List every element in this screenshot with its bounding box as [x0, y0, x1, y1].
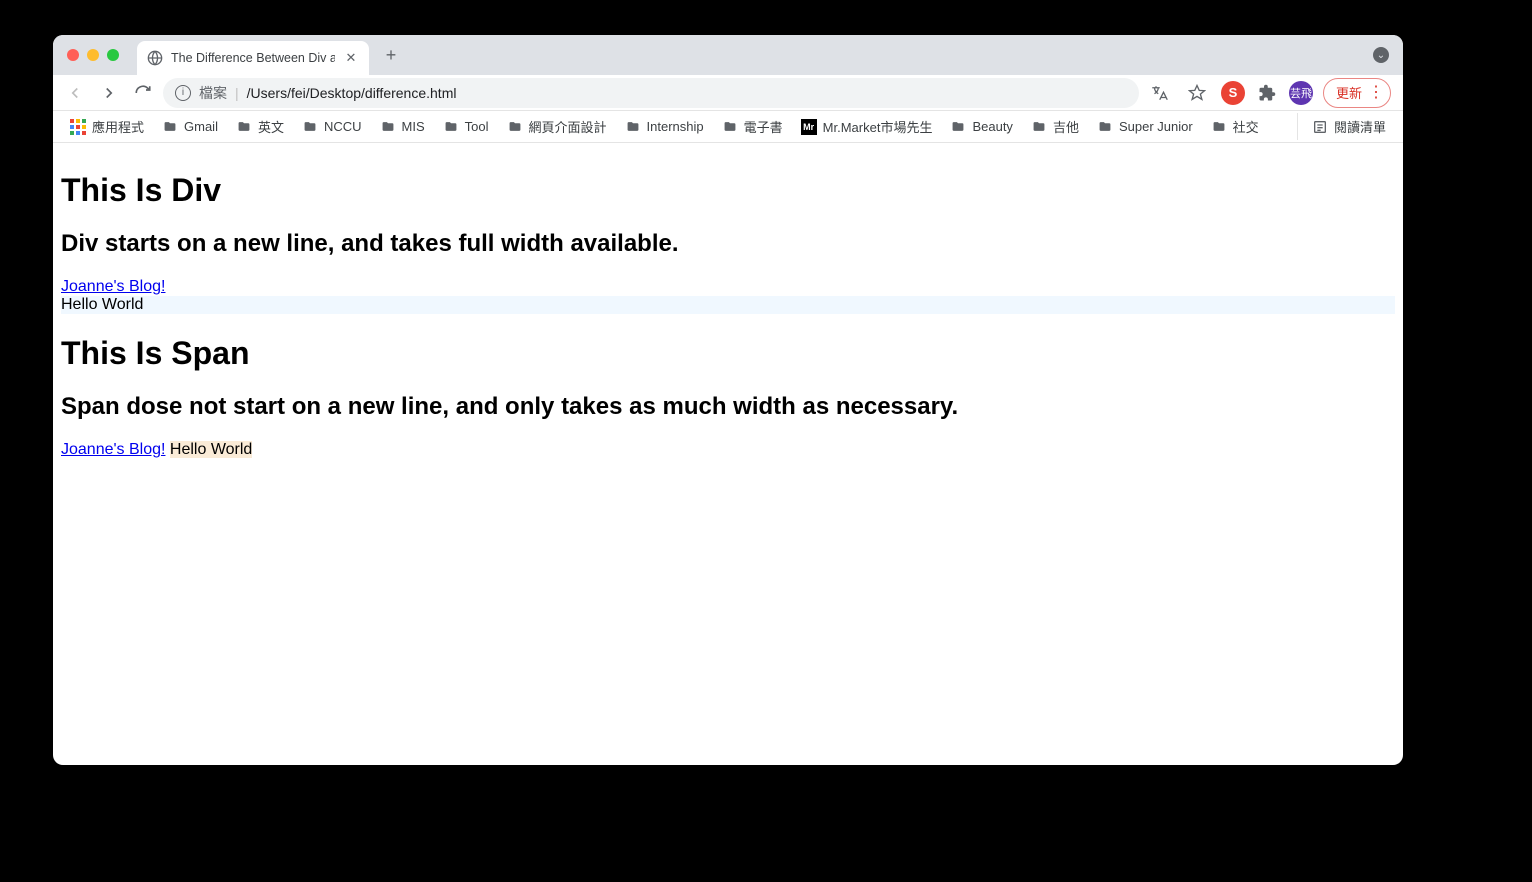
maximize-window-button[interactable]: [107, 49, 119, 61]
bookmark-label: 社交: [1233, 117, 1259, 136]
heading-div: This Is Div: [61, 172, 1395, 209]
bookmark-label: Super Junior: [1119, 119, 1193, 134]
reading-list-button[interactable]: 閱讀清單: [1297, 113, 1393, 140]
bookmark-label: Tool: [465, 119, 489, 134]
div-example: Hello World: [61, 296, 1395, 314]
link-joanne-blog-1[interactable]: Joanne's Blog!: [61, 278, 165, 295]
tab-title: The Difference Between Div an: [171, 51, 335, 65]
bookmark-folder-superjunior[interactable]: Super Junior: [1090, 115, 1200, 138]
span-example: Hello World: [170, 441, 252, 458]
bookmark-label: 電子書: [744, 117, 783, 136]
bookmark-folder-webdesign[interactable]: 網頁介面設計: [500, 113, 614, 140]
profile-avatar[interactable]: 芸飛: [1289, 81, 1313, 105]
address-separator: |: [235, 85, 239, 101]
subheading-div: Div starts on a new line, and takes full…: [61, 230, 1395, 258]
toolbar-actions: S 芸飛 更新 ⋮: [1145, 78, 1395, 108]
window-controls: [67, 49, 119, 61]
bookmark-label: MIS: [402, 119, 425, 134]
bookmark-folder-mis[interactable]: MIS: [373, 115, 432, 138]
forward-button[interactable]: [95, 79, 123, 107]
address-scheme-label: 檔案: [199, 83, 227, 103]
bookmark-folder-social[interactable]: 社交: [1204, 113, 1266, 140]
bookmark-folder-guitar[interactable]: 吉他: [1024, 113, 1086, 140]
extension-s-icon[interactable]: S: [1221, 81, 1245, 105]
bookmark-label: Internship: [647, 119, 704, 134]
translate-icon[interactable]: [1145, 79, 1173, 107]
back-button[interactable]: [61, 79, 89, 107]
bookmark-label: 應用程式: [92, 117, 144, 136]
bookmark-folder-internship[interactable]: Internship: [618, 115, 711, 138]
toolbar: i 檔案 | /Users/fei/Desktop/difference.htm…: [53, 75, 1403, 111]
reading-list-label: 閱讀清單: [1334, 117, 1386, 136]
bookmark-folder-tool[interactable]: Tool: [436, 115, 496, 138]
update-label: 更新: [1336, 83, 1362, 102]
tab-overflow-button[interactable]: ⌄: [1373, 47, 1389, 63]
page-content: This Is Div Div starts on a new line, an…: [53, 143, 1403, 467]
extensions-icon[interactable]: [1255, 81, 1279, 105]
bookmark-label: 吉他: [1053, 117, 1079, 136]
bookmark-folder-gmail[interactable]: Gmail: [155, 115, 225, 138]
minimize-window-button[interactable]: [87, 49, 99, 61]
apps-icon: [70, 119, 86, 135]
bookmark-label: 網頁介面設計: [529, 117, 607, 136]
bookmark-folder-ebook[interactable]: 電子書: [715, 113, 790, 140]
bookmark-label: 英文: [258, 117, 284, 136]
menu-icon[interactable]: ⋮: [1368, 85, 1384, 101]
bookmark-label: Gmail: [184, 119, 218, 134]
bookmark-star-icon[interactable]: [1183, 79, 1211, 107]
globe-icon: [147, 50, 163, 66]
bookmark-label: Beauty: [972, 119, 1012, 134]
bookmark-folder-nccu[interactable]: NCCU: [295, 115, 369, 138]
bookmark-label: NCCU: [324, 119, 362, 134]
browser-window: The Difference Between Div an ✕ + ⌄ i 檔案…: [53, 35, 1403, 765]
apps-bookmark[interactable]: 應用程式: [63, 113, 151, 140]
link-joanne-blog-2[interactable]: Joanne's Blog!: [61, 441, 165, 458]
mr-icon: Mr: [801, 119, 817, 135]
reload-button[interactable]: [129, 79, 157, 107]
heading-span: This Is Span: [61, 335, 1395, 372]
close-window-button[interactable]: [67, 49, 79, 61]
subheading-span: Span dose not start on a new line, and o…: [61, 393, 1395, 421]
bookmark-folder-english[interactable]: 英文: [229, 113, 291, 140]
update-button[interactable]: 更新 ⋮: [1323, 78, 1391, 108]
bookmark-folder-beauty[interactable]: Beauty: [943, 115, 1019, 138]
browser-tab[interactable]: The Difference Between Div an ✕: [137, 41, 369, 75]
bookmark-label: Mr.Market市場先生: [823, 117, 933, 136]
bookmark-mrmarket[interactable]: Mr Mr.Market市場先生: [794, 113, 940, 140]
tab-strip: The Difference Between Div an ✕ + ⌄: [53, 35, 1403, 75]
close-tab-button[interactable]: ✕: [343, 50, 359, 66]
new-tab-button[interactable]: +: [377, 41, 405, 69]
bookmarks-bar: 應用程式 Gmail 英文 NCCU MIS Tool 網頁介面設計 Inter…: [53, 111, 1403, 143]
info-icon[interactable]: i: [175, 85, 191, 101]
address-path: /Users/fei/Desktop/difference.html: [247, 85, 457, 101]
address-bar[interactable]: i 檔案 | /Users/fei/Desktop/difference.htm…: [163, 78, 1139, 108]
